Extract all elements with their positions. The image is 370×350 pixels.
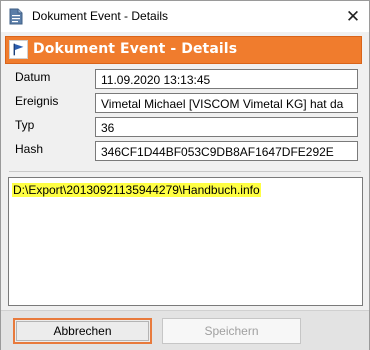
save-button[interactable]: Speichern [162,318,301,344]
hash-label: Hash [15,142,44,156]
separator [9,171,361,172]
details-textarea[interactable]: D:\Export\20130921135944279\Handbuch.inf… [8,177,363,306]
banner-title: Dokument Event - Details [33,41,238,57]
cancel-button[interactable]: Abbrechen [13,318,152,344]
close-icon: ✕ [345,6,361,26]
window-title: Dokument Event - Details [32,9,169,23]
typ-label: Typ [15,118,35,132]
typ-field[interactable]: 36 [95,117,358,137]
dialog-window: Dokument Event - Details ✕ Dokument Even… [0,0,370,350]
save-button-label: Speichern [204,324,259,338]
datum-label: Datum [15,70,51,84]
button-bar: Abbrechen Speichern [1,310,369,350]
hash-field[interactable]: 346CF1D44BF053C9DB8AF1647DFE292E [95,141,358,161]
ereignis-field[interactable]: Vimetal Michael [VISCOM Vimetal KG] hat … [95,93,358,113]
close-button[interactable]: ✕ [337,1,369,32]
title-bar: Dokument Event - Details ✕ [1,1,369,32]
flag-icon [9,40,28,59]
file-path-text: D:\Export\20130921135944279\Handbuch.inf… [12,183,261,197]
ereignis-label: Ereignis [15,94,59,108]
header-banner: Dokument Event - Details [5,36,362,64]
focus-ring [16,321,149,341]
datum-field[interactable]: 11.09.2020 13:13:45 [95,69,358,89]
document-icon [9,8,23,25]
